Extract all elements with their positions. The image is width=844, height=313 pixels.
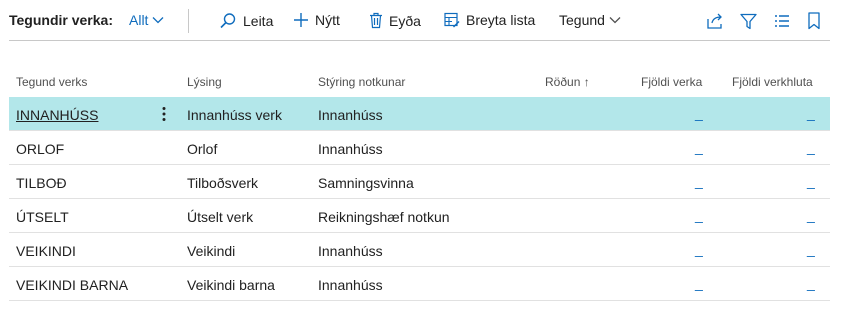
search-button[interactable]: Leita: [219, 12, 273, 30]
more-vertical-icon: [162, 107, 166, 121]
new-button[interactable]: Nýtt: [293, 12, 340, 28]
table-row[interactable]: ORLOF Orlof Innanhúss _ _: [9, 131, 830, 165]
plus-icon: [294, 13, 308, 27]
bookmark-icon: [808, 12, 820, 30]
page-title: Tegundir verka:: [9, 12, 113, 28]
table-row[interactable]: VEIKINDI BARNA Veikindi barna Innanhúss …: [9, 267, 830, 301]
description-cell: Veikindi: [187, 243, 236, 259]
chevron-down-icon: [152, 17, 164, 24]
type-cell[interactable]: ÚTSELT: [16, 209, 69, 225]
column-header-type[interactable]: Tegund verks: [16, 75, 87, 89]
share-button[interactable]: [705, 11, 725, 31]
type-cell[interactable]: VEIKINDI: [16, 243, 76, 259]
delete-button[interactable]: Eyða: [369, 12, 421, 29]
job-count-cell[interactable]: _: [695, 173, 703, 189]
usage-control-cell: Innanhúss: [318, 277, 383, 293]
part-count-cell[interactable]: _: [807, 139, 815, 155]
table-row[interactable]: TILBOÐ Tilboðsverk Samningsvinna _ _: [9, 165, 830, 199]
view-filter-dropdown[interactable]: Allt: [129, 12, 164, 28]
share-icon: [707, 13, 722, 29]
part-count-cell[interactable]: _: [807, 105, 815, 121]
job-count-cell[interactable]: _: [695, 139, 703, 155]
job-count-cell[interactable]: _: [695, 275, 703, 291]
description-cell: Orlof: [187, 141, 218, 157]
delete-label: Eyða: [389, 12, 421, 29]
type-cell[interactable]: INNANHÚSS: [16, 107, 98, 123]
filter-icon: [739, 13, 757, 29]
list-view-button[interactable]: [772, 11, 792, 31]
chevron-down-icon: [609, 17, 621, 24]
description-cell: Tilboðsverk: [187, 175, 259, 191]
search-icon: [220, 13, 236, 29]
edit-list-icon: [444, 12, 460, 28]
new-label: Nýtt: [315, 12, 340, 28]
column-header-description[interactable]: Lýsing: [187, 75, 222, 89]
part-count-cell[interactable]: _: [807, 241, 815, 257]
filter-button[interactable]: [738, 11, 758, 31]
table-row[interactable]: INNANHÚSS Innanhúss verk Innanhúss _ _: [9, 97, 830, 131]
view-filter-label: Allt: [129, 12, 149, 28]
part-count-cell[interactable]: _: [807, 207, 815, 223]
usage-control-cell: Samningsvinna: [318, 175, 414, 191]
category-menu-label: Tegund: [559, 12, 605, 28]
usage-control-cell: Innanhúss: [318, 107, 383, 123]
type-cell[interactable]: TILBOÐ: [16, 175, 67, 191]
part-count-cell[interactable]: _: [807, 173, 815, 189]
column-header-order[interactable]: Röðun ↑: [545, 75, 590, 89]
table-row[interactable]: VEIKINDI Veikindi Innanhúss _ _: [9, 233, 830, 267]
table-header: Tegund verks Lýsing Stýring notkunar Röð…: [9, 64, 830, 97]
trash-icon: [370, 12, 382, 29]
column-header-usage-control[interactable]: Stýring notkunar: [318, 75, 405, 89]
list-view-icon: [775, 15, 789, 27]
description-cell: Veikindi barna: [187, 277, 275, 293]
edit-list-button[interactable]: Breyta lista: [444, 12, 535, 28]
part-count-cell[interactable]: _: [807, 275, 815, 291]
description-cell: Útselt verk: [187, 209, 254, 225]
table-row[interactable]: ÚTSELT Útselt verk Reikningshæf notkun _…: [9, 199, 830, 233]
toolbar-divider: [188, 9, 189, 33]
job-types-table: Tegund verks Lýsing Stýring notkunar Röð…: [9, 64, 830, 301]
job-count-cell[interactable]: _: [695, 105, 703, 121]
action-bar: Tegundir verka: Allt Leita Nýtt Eyða Bre…: [0, 0, 844, 41]
category-menu-button[interactable]: Tegund: [559, 12, 621, 28]
usage-control-cell: Innanhúss: [318, 141, 383, 157]
search-label: Leita: [243, 13, 274, 29]
usage-control-cell: Innanhúss: [318, 243, 383, 259]
toolbar-underline: [9, 40, 830, 41]
description-cell: Innanhúss verk: [187, 107, 282, 123]
bookmark-button[interactable]: [804, 11, 824, 31]
type-cell[interactable]: VEIKINDI BARNA: [16, 277, 128, 293]
usage-control-cell: Reikningshæf notkun: [318, 209, 450, 225]
job-count-cell[interactable]: _: [695, 207, 703, 223]
edit-list-label: Breyta lista: [466, 12, 536, 28]
job-count-cell[interactable]: _: [695, 241, 703, 257]
column-header-job-count[interactable]: Fjöldi verka: [641, 75, 702, 89]
column-header-part-count[interactable]: Fjöldi verkhluta: [732, 75, 813, 89]
row-actions-button[interactable]: [157, 105, 171, 123]
type-cell[interactable]: ORLOF: [16, 141, 64, 157]
